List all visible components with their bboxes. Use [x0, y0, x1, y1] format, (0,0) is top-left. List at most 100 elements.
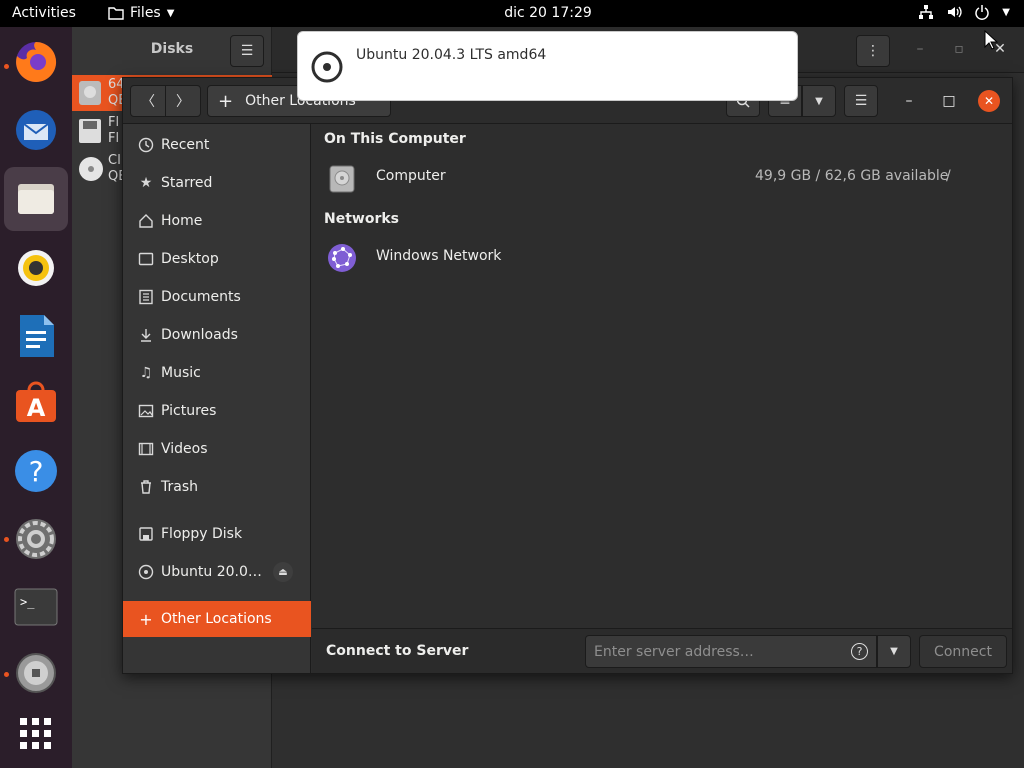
clock[interactable]: dic 20 17:29: [0, 5, 1024, 21]
cd-icon: [79, 157, 103, 181]
floppy-icon: [79, 119, 101, 143]
connect-button[interactable]: Connect: [919, 635, 1007, 668]
server-address-placeholder: Enter server address…: [594, 643, 754, 660]
locations-view: On This Computer Computer 49,9 GB / 62,6…: [312, 124, 1012, 628]
sidebar-item-documents[interactable]: Documents: [123, 279, 311, 315]
firefox-launcher[interactable]: [4, 30, 68, 94]
plus-icon: +: [218, 90, 234, 112]
hard-drive-icon: [329, 165, 355, 193]
disks-launcher[interactable]: [4, 641, 68, 705]
forward-button[interactable]: 〉: [165, 85, 201, 117]
svg-text:>_: >_: [20, 595, 35, 609]
help-icon: ?: [15, 450, 57, 492]
eject-icon[interactable]: ⏏: [273, 562, 293, 582]
sidebar-item-label: Pictures: [161, 403, 217, 419]
software-store-icon: A: [16, 381, 56, 422]
disk-name: Fl: [108, 115, 120, 130]
disc-icon: [311, 51, 343, 83]
maximize-button[interactable]: □: [937, 89, 961, 113]
sidebar-item-label: Other Locations: [161, 611, 272, 627]
svg-text:A: A: [27, 394, 46, 422]
location-name: Windows Network: [376, 248, 502, 264]
sidebar-item-label: Downloads: [161, 327, 238, 343]
thunderbird-launcher[interactable]: [4, 98, 68, 162]
disks-minimize-button[interactable]: –: [908, 37, 932, 61]
system-tray[interactable]: ▼: [918, 4, 1010, 20]
location-row-computer[interactable]: Computer 49,9 GB / 62,6 GB available /: [312, 158, 1012, 198]
show-applications-button[interactable]: [4, 702, 68, 766]
sidebar-item-label: Desktop: [161, 251, 219, 267]
sidebar-item-label: Recent: [161, 137, 210, 153]
sidebar-item-desktop[interactable]: Desktop: [123, 241, 311, 277]
notification-banner[interactable]: Ubuntu 20.04.3 LTS amd64: [297, 31, 798, 101]
sidebar-item-label: Ubuntu 20.0…: [161, 564, 262, 580]
main-menu-button[interactable]: ☰: [844, 85, 878, 117]
mouse-cursor-icon: [984, 30, 998, 50]
svg-text:?: ?: [29, 455, 44, 488]
close-button[interactable]: ✕: [978, 90, 1000, 112]
sidebar-item-trash[interactable]: Trash: [123, 469, 311, 505]
disk-model: Fl: [108, 131, 120, 146]
back-button[interactable]: 〈: [130, 85, 166, 117]
power-icon: [975, 5, 990, 20]
sidebar-item-other-locations[interactable]: + Other Locations: [123, 601, 311, 637]
sidebar-item-home[interactable]: Home: [123, 203, 311, 239]
rhythmbox-launcher[interactable]: [4, 236, 68, 300]
firefox-icon: [16, 41, 57, 82]
music-icon: ♫: [139, 365, 153, 381]
sidebar-item-label: Videos: [161, 441, 208, 457]
location-row-windows-network[interactable]: Windows Network: [312, 238, 1012, 278]
video-icon: [135, 441, 157, 457]
disk-name: CI: [108, 153, 121, 168]
server-address-input[interactable]: Enter server address… ?: [585, 635, 877, 668]
chevron-down-icon: ▼: [815, 95, 823, 107]
software-launcher[interactable]: A: [4, 371, 68, 435]
help-launcher[interactable]: ?: [4, 439, 68, 503]
rhythmbox-icon: [18, 250, 54, 286]
location-mount: /: [946, 168, 951, 184]
network-globe-icon: [328, 244, 356, 272]
maximize-icon: □: [942, 93, 956, 109]
sidebar-item-recent[interactable]: Recent: [123, 127, 311, 163]
chevron-left-icon: 〈: [141, 94, 155, 110]
disc-icon: [135, 564, 157, 580]
sidebar-item-pictures[interactable]: Pictures: [123, 393, 311, 429]
sidebar-item-label: Music: [161, 365, 201, 381]
help-icon[interactable]: ?: [851, 643, 868, 660]
sidebar-item-downloads[interactable]: Downloads: [123, 317, 311, 353]
close-icon: ✕: [983, 94, 995, 108]
terminal-icon: >_: [14, 588, 58, 626]
files-launcher[interactable]: [4, 167, 68, 231]
star-icon: ★: [139, 175, 153, 191]
libreoffice-writer-launcher[interactable]: [4, 304, 68, 368]
sidebar-item-floppy-disk[interactable]: Floppy Disk: [123, 516, 311, 552]
minimize-button[interactable]: –: [897, 89, 921, 113]
files-icon: [18, 184, 54, 214]
home-icon: [135, 213, 157, 229]
location-usage: 49,9 GB / 62,6 GB available: [755, 168, 949, 184]
recent-servers-dropdown[interactable]: ▼: [877, 635, 911, 668]
sidebar-item-videos[interactable]: Videos: [123, 431, 311, 467]
plus-icon: +: [139, 609, 153, 629]
disks-options-button[interactable]: ⋮: [856, 35, 890, 67]
caret-down-icon: ▼: [1002, 6, 1010, 18]
top-bar: Activities Files ▼ dic 20 17:29 ▼: [0, 0, 1024, 27]
volume-icon: [948, 6, 962, 18]
sidebar-item-starred[interactable]: ★ Starred: [123, 165, 311, 201]
connect-to-server-bar: Connect to Server Enter server address… …: [312, 628, 1012, 673]
sidebar-item-music[interactable]: ♫ Music: [123, 355, 311, 391]
disks-maximize-button[interactable]: ▫: [947, 37, 971, 61]
files-sidebar: Recent ★ Starred Home Desktop Documents …: [123, 124, 311, 673]
view-options-button[interactable]: ▼: [802, 85, 836, 117]
document-icon: [135, 289, 157, 305]
kebab-icon: ⋮: [866, 43, 880, 59]
disks-menu-button[interactable]: ☰: [230, 35, 264, 67]
settings-launcher[interactable]: [4, 507, 68, 571]
chevron-down-icon: ▼: [890, 646, 898, 657]
sidebar-item-ubuntu-disc[interactable]: Ubuntu 20.0… ⏏: [123, 554, 311, 590]
files-window: 〈 〉 + Other Locations ≡ ▼ ☰ – □ ✕ Recent…: [122, 77, 1013, 674]
floppy-icon: [135, 526, 157, 542]
hamburger-icon: ☰: [240, 43, 254, 59]
disks-icon: [16, 653, 56, 693]
terminal-launcher[interactable]: >_: [4, 575, 68, 639]
